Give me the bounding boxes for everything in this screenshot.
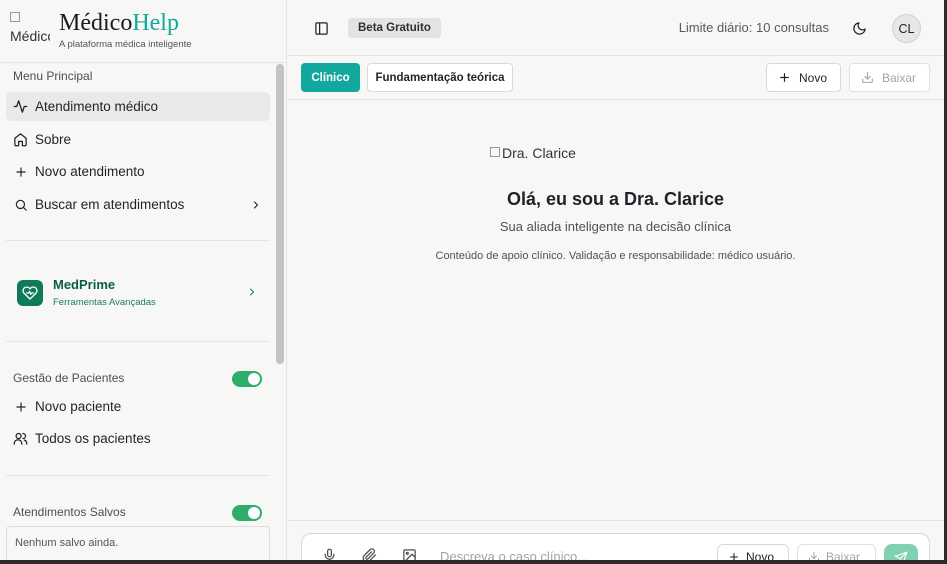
assistant-image-alt: Dra. Clarice [502,145,576,161]
heart-pulse-icon [17,280,43,306]
composer-area: Descreva o caso clínico... Novo Baixar [287,520,944,560]
mode-tabs-bar: Clínico Fundamentação teórica Novo Baixa… [287,57,944,100]
sidebar-divider [6,475,270,476]
saved-section-label: Atendimentos Salvos [13,505,126,519]
sidebar-item-atendimento[interactable]: Atendimento médico [6,92,270,121]
plus-icon [778,71,791,84]
activity-icon [6,92,35,121]
daily-limit-text: Limite diário: 10 consultas [678,20,829,35]
sidebar-divider [6,240,270,241]
new-button-label: Novo [799,70,828,85]
sidebar-item-label: Todos os pacientes [35,431,151,446]
sidebar: Médico MédicoHelp A plataforma médica in… [0,0,287,560]
composer-new-label: Novo [746,550,775,560]
paperclip-icon[interactable] [360,546,378,560]
composer-new-button[interactable]: Novo [717,544,789,560]
tab-fundamentacao[interactable]: Fundamentação teórica [367,63,513,92]
brand-header: Médico MédicoHelp A plataforma médica in… [0,0,286,63]
brand-tagline: A plataforma médica inteligente [59,39,192,50]
sidebar-item-todos-pacientes[interactable]: Todos os pacientes [6,424,270,453]
patients-section-label: Gestão de Pacientes [13,371,125,385]
chevron-right-icon [246,285,258,303]
sidebar-scrollbar[interactable] [276,64,284,364]
beta-badge: Beta Gratuito [348,18,441,38]
sidebar-toggle-icon[interactable] [311,18,331,38]
assistant-avatar-image: Dra. Clarice [490,145,576,161]
image-icon[interactable] [400,546,418,560]
chevron-right-icon [242,199,270,211]
composer-download-button[interactable]: Baixar [797,544,876,560]
plus-icon [6,392,35,421]
brand-name-part1: Médico [59,10,133,36]
app-window: Médico MédicoHelp A plataforma médica in… [0,0,944,560]
microphone-icon[interactable] [320,546,338,560]
sidebar-item-label: Novo atendimento [35,164,145,179]
saved-list: Nenhum salvo ainda. [6,526,270,560]
avatar[interactable]: CL [892,14,921,43]
menu-section-label: Menu Principal [13,69,93,83]
sidebar-item-label: Atendimento médico [35,99,159,114]
sidebar-divider [6,341,270,342]
brand-logo-image: Médico [10,12,50,44]
new-button[interactable]: Novo [766,63,841,92]
moon-icon[interactable] [849,18,869,38]
composer-download-label: Baixar [826,550,861,560]
sidebar-item-sobre[interactable]: Sobre [6,125,270,154]
sidebar-item-novo-atendimento[interactable]: Novo atendimento [6,157,270,186]
sidebar-item-label: Buscar em atendimentos [35,197,185,212]
case-description-input[interactable]: Descreva o caso clínico... [440,549,588,560]
plus-icon [6,157,35,186]
search-icon [6,190,35,219]
sidebar-item-label: Novo paciente [35,399,122,414]
sidebar-item-label: Sobre [35,132,72,147]
send-icon [894,551,908,560]
send-button[interactable] [884,544,918,560]
download-icon [808,551,820,560]
download-icon [861,71,874,84]
welcome-title: Olá, eu sou a Dra. Clarice [506,189,725,209]
topbar: Beta Gratuito Limite diário: 10 consulta… [287,0,944,56]
home-icon [6,125,35,154]
welcome-subtitle: Sua aliada inteligente na decisão clínic… [499,219,732,234]
download-button[interactable]: Baixar [849,63,930,92]
patients-section-toggle[interactable] [232,371,262,387]
disclaimer-note: Conteúdo de apoio clínico. Validação e r… [435,250,796,262]
brand-name[interactable]: MédicoHelp [59,10,179,37]
medprime-subtitle: Ferramentas Avançadas [53,297,156,308]
main-panel: Beta Gratuito Limite diário: 10 consulta… [287,0,944,560]
sidebar-item-buscar[interactable]: Buscar em atendimentos [6,190,270,219]
composer: Descreva o caso clínico... Novo Baixar [301,533,930,560]
medprime-title: MedPrime [53,277,116,292]
saved-section-toggle[interactable] [232,505,262,521]
medprime-card[interactable]: MedPrime Ferramentas Avançadas [6,270,270,316]
users-icon [6,424,35,453]
saved-empty-text: Nenhum salvo ainda. [15,537,119,549]
brand-name-part2: Help [132,10,179,36]
download-button-label: Baixar [882,70,917,85]
plus-icon [728,551,740,560]
tab-clinico[interactable]: Clínico [301,63,360,92]
brand-logo-alt: Médico [10,28,50,44]
sidebar-item-novo-paciente[interactable]: Novo paciente [6,392,270,421]
sidebar-scroll-area: Menu Principal Atendimento médico Sobre … [0,64,286,560]
